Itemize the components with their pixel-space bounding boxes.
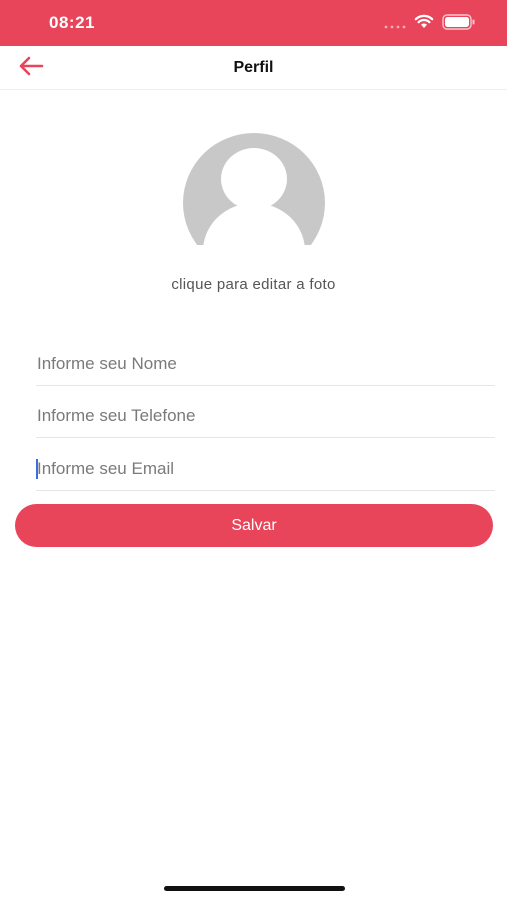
signal-icon: [384, 18, 408, 36]
battery-icon: [442, 14, 476, 35]
default-avatar-icon: [182, 133, 326, 249]
email-input[interactable]: [36, 447, 495, 490]
text-cursor: [36, 459, 38, 479]
avatar[interactable]: [182, 133, 326, 245]
phone-input[interactable]: [36, 394, 495, 437]
status-bar: 08:21: [0, 0, 507, 46]
navigation-header: Perfil: [0, 46, 507, 90]
status-time: 08:21: [49, 13, 95, 32]
name-input[interactable]: [36, 342, 495, 385]
wifi-icon: [414, 13, 434, 34]
profile-screen: 08:21 Perfil clique para editar a foto I…: [0, 0, 507, 900]
edit-photo-label[interactable]: clique para editar a foto: [0, 276, 507, 293]
home-indicator[interactable]: [164, 886, 345, 891]
phone-field: [36, 394, 495, 438]
save-button[interactable]: Salvar: [15, 504, 493, 547]
email-field: [36, 447, 495, 491]
name-field: [36, 342, 495, 386]
page-title: Perfil: [233, 59, 274, 76]
